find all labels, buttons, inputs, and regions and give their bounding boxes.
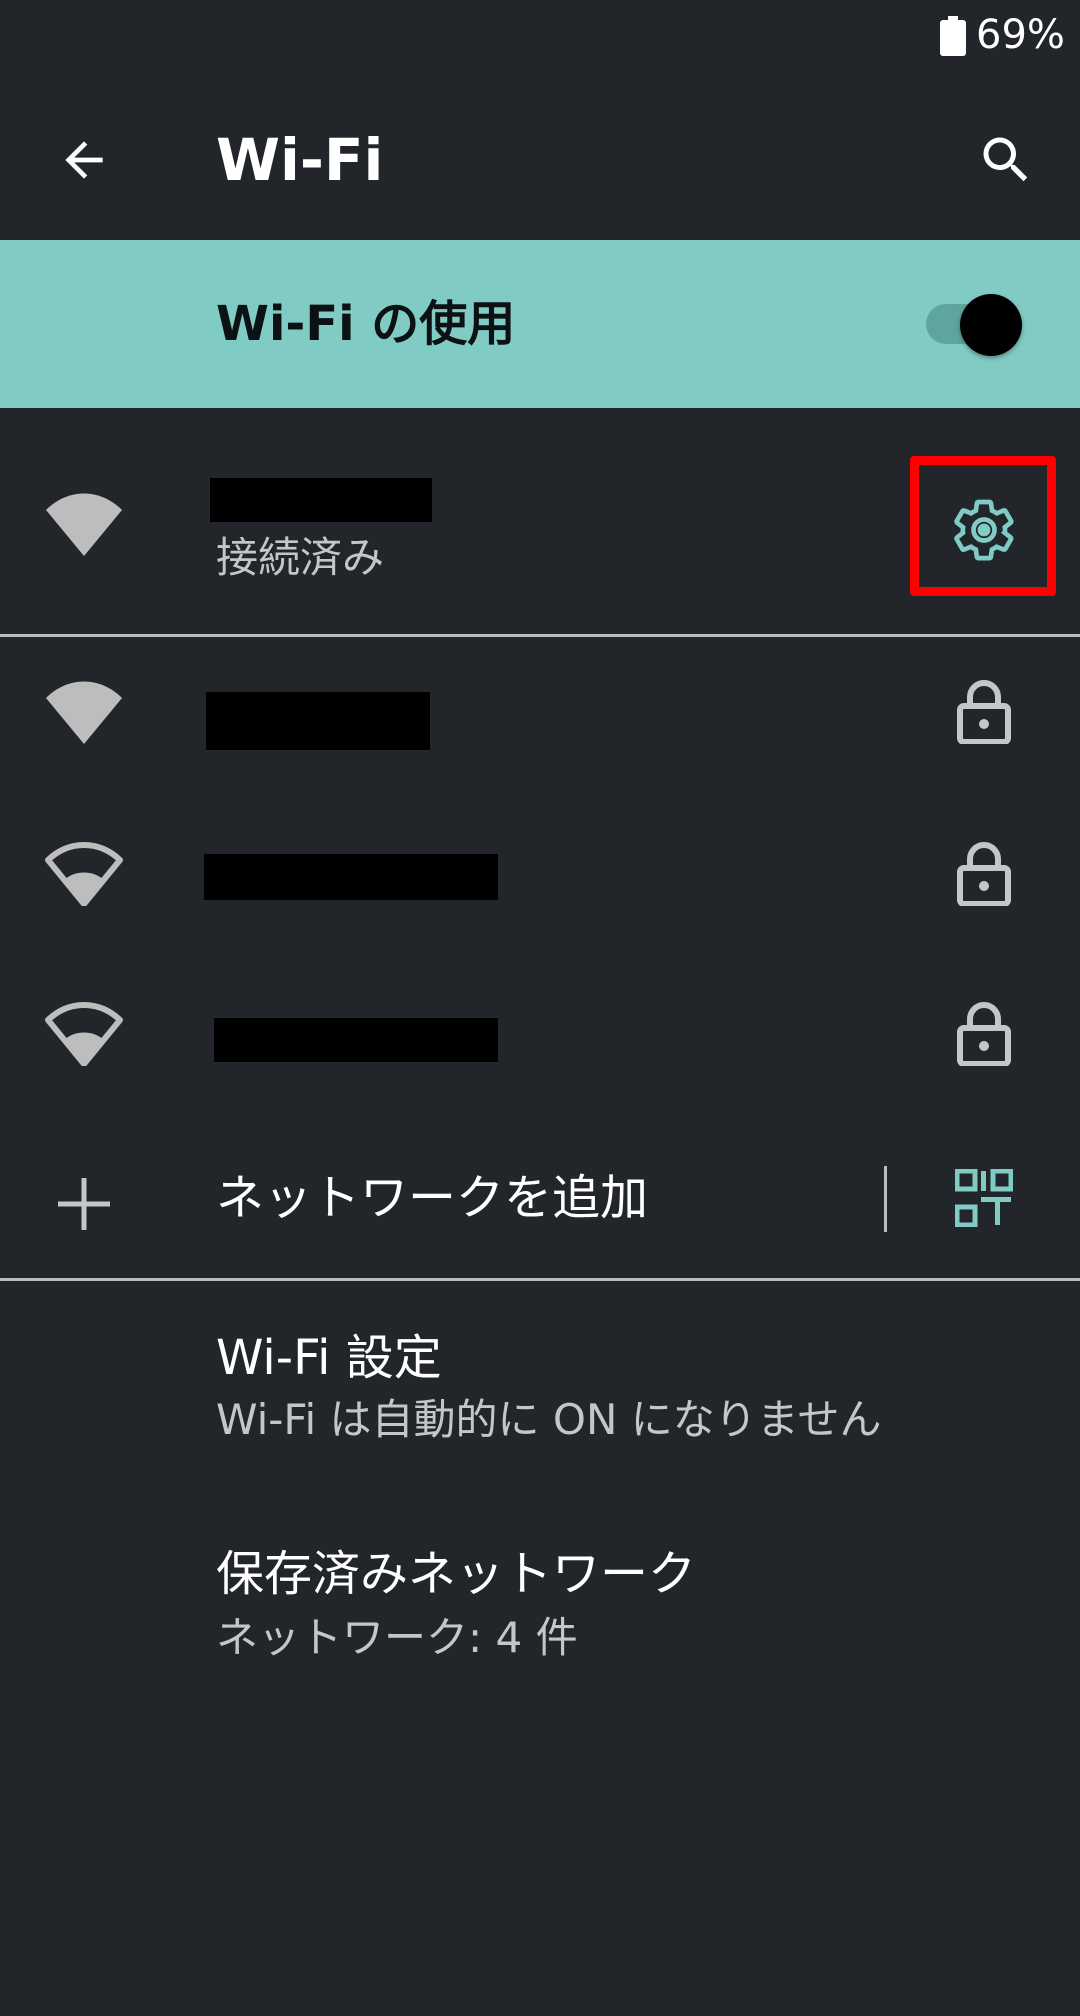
lock-icon [957, 842, 1011, 906]
network-row[interactable] [0, 800, 1080, 960]
wifi-settings-summary: Wi-Fi は自動的に ON になりません [216, 1395, 882, 1444]
back-button[interactable] [40, 116, 128, 204]
network-ssid [214, 1018, 498, 1062]
connected-network-status: 接続済み [216, 533, 385, 582]
wifi-full-icon [46, 493, 122, 556]
wifi-medium-icon [45, 842, 123, 906]
network-row[interactable] [0, 640, 1080, 800]
highlight-box [910, 456, 1056, 596]
network-ssid [206, 692, 430, 750]
vertical-divider [884, 1166, 887, 1232]
wifi-settings-title: Wi-Fi 設定 [216, 1330, 442, 1386]
saved-networks-title: 保存済みネットワーク [216, 1546, 697, 1602]
search-icon [983, 137, 1028, 182]
arrow-back-icon [65, 141, 103, 179]
lock-icon [957, 680, 1011, 744]
wifi-full-icon [46, 681, 122, 744]
status-bar [0, 0, 1080, 80]
connected-network-ssid [210, 478, 432, 522]
search-button[interactable] [962, 116, 1050, 204]
battery-percent: 69% [976, 12, 1065, 58]
add-network-label: ネットワークを追加 [216, 1170, 649, 1226]
saved-networks-summary: ネットワーク: 4 件 [216, 1613, 578, 1662]
divider [0, 634, 1080, 637]
divider [0, 1278, 1080, 1281]
wifi-master-switch-bar[interactable] [0, 240, 1080, 408]
network-ssid [204, 854, 498, 900]
lock-icon [957, 1002, 1011, 1066]
plus-icon [58, 1178, 110, 1230]
page-title: Wi-Fi [216, 126, 384, 194]
wifi-master-switch-label: Wi-Fi の使用 [216, 296, 516, 352]
wifi-toggle-thumb[interactable] [960, 294, 1022, 356]
network-row[interactable] [0, 960, 1080, 1120]
battery-icon [940, 16, 966, 56]
wifi-medium-icon [45, 1002, 123, 1066]
app-bar [0, 80, 1080, 240]
qr-code-scan-button[interactable] [940, 1154, 1028, 1242]
wifi-settings-item[interactable] [0, 1300, 1080, 1480]
qr-code-scan-icon [955, 1169, 1013, 1227]
